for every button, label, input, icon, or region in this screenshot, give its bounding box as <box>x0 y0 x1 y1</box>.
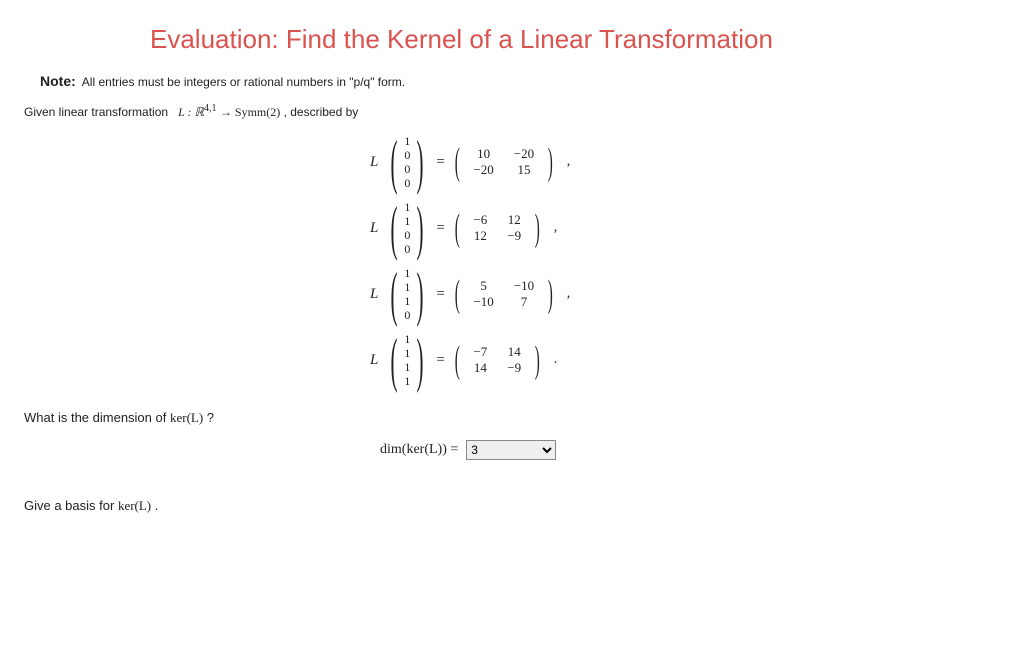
mat-entry: 15 <box>504 162 544 178</box>
L-symbol: L <box>370 352 378 369</box>
note-label: Note: <box>40 73 76 89</box>
page-title: Evaluation: Find the Kernel of a Linear … <box>150 24 1004 55</box>
equation-row: L ( 1 1 1 1 ) = ( −71414−9 ) . <box>370 332 1004 388</box>
vec-entry: 1 <box>404 374 410 388</box>
note-line: Note: All entries must be integers or ra… <box>40 73 1004 89</box>
mat-entry: 10 <box>463 146 503 162</box>
mat-entry: 14 <box>497 344 531 360</box>
input-vector: ( 1 1 1 1 ) <box>384 332 430 388</box>
equals-symbol: = <box>436 352 444 369</box>
mat-entry: 12 <box>463 228 497 244</box>
mat-entry: −20 <box>463 162 503 178</box>
mat-entry: 14 <box>463 360 497 376</box>
vec-entry: 1 <box>404 266 410 280</box>
vec-entry: 0 <box>404 176 410 190</box>
vec-entry: 0 <box>404 148 410 162</box>
comma: , <box>567 154 571 170</box>
mat-entry: 7 <box>504 294 544 310</box>
question-dimension: What is the dimension of ker(L) ? <box>24 410 1004 426</box>
mat-entry: −10 <box>504 278 544 294</box>
output-matrix: ( −61212−9 ) <box>451 212 544 244</box>
vec-entry: 1 <box>404 332 410 346</box>
output-matrix: ( 10−20−2015 ) <box>451 146 557 178</box>
dim-label: dim(ker(L)) = <box>380 442 458 458</box>
vec-entry: 1 <box>404 214 410 228</box>
input-vector: ( 1 0 0 0 ) <box>384 134 430 190</box>
equals-symbol: = <box>436 154 444 171</box>
dim-select[interactable]: 3 <box>466 440 556 460</box>
equals-symbol: = <box>436 220 444 237</box>
output-matrix: ( −71414−9 ) <box>451 344 544 376</box>
vec-entry: 0 <box>404 162 410 176</box>
vec-entry: 1 <box>404 360 410 374</box>
mat-entry: −7 <box>463 344 497 360</box>
L-symbol: L <box>370 220 378 237</box>
mat-entry: −20 <box>504 146 544 162</box>
note-text: All entries must be integers or rational… <box>82 75 405 89</box>
vec-entry: 1 <box>404 200 410 214</box>
given-line: Given linear transformation L : ℝ4,1 → S… <box>24 103 1004 120</box>
given-suffix: , described by <box>284 105 359 119</box>
q-basis-suffix: . <box>155 498 159 513</box>
vec-entry: 1 <box>404 346 410 360</box>
vec-entry: 1 <box>404 294 410 308</box>
q-basis-ker: ker(L) <box>118 498 151 513</box>
vec-entry: 0 <box>404 308 410 322</box>
L-symbol: L <box>370 286 378 303</box>
question-basis: Give a basis for ker(L) . <box>24 498 1004 514</box>
q-basis-prefix: Give a basis for <box>24 498 118 513</box>
input-vector: ( 1 1 0 0 ) <box>384 200 430 256</box>
mat-entry: 12 <box>497 212 531 228</box>
given-arrow: → Symm(2) <box>220 105 280 119</box>
dim-answer-row: dim(ker(L)) = 3 <box>380 440 1004 460</box>
mat-entry: −6 <box>463 212 497 228</box>
vec-entry: 0 <box>404 242 410 256</box>
q-dim-ker: ker(L) <box>170 410 203 425</box>
comma: , <box>567 286 571 302</box>
vec-entry: 0 <box>404 228 410 242</box>
equals-symbol: = <box>436 286 444 303</box>
equation-row: L ( 1 1 1 0 ) = ( 5−10−107 ) , <box>370 266 1004 322</box>
input-vector: ( 1 1 1 0 ) <box>384 266 430 322</box>
q-dim-prefix: What is the dimension of <box>24 410 170 425</box>
mat-entry: −9 <box>497 360 531 376</box>
comma: , <box>554 220 558 236</box>
equations-block: L ( 1 0 0 0 ) = ( 10−20−2015 ) , L ( 1 1… <box>370 134 1004 388</box>
vec-entry: 1 <box>404 134 410 148</box>
equation-row: L ( 1 0 0 0 ) = ( 10−20−2015 ) , <box>370 134 1004 190</box>
given-exp: 4,1 <box>204 103 217 114</box>
given-prefix: Given linear transformation <box>24 105 171 119</box>
q-dim-suffix: ? <box>207 410 214 425</box>
mat-entry: 5 <box>463 278 503 294</box>
L-symbol: L <box>370 154 378 171</box>
vec-entry: 1 <box>404 280 410 294</box>
given-L: L : ℝ <box>178 105 204 119</box>
output-matrix: ( 5−10−107 ) <box>451 278 557 310</box>
comma: . <box>554 352 558 368</box>
mat-entry: −10 <box>463 294 503 310</box>
mat-entry: −9 <box>497 228 531 244</box>
equation-row: L ( 1 1 0 0 ) = ( −61212−9 ) , <box>370 200 1004 256</box>
